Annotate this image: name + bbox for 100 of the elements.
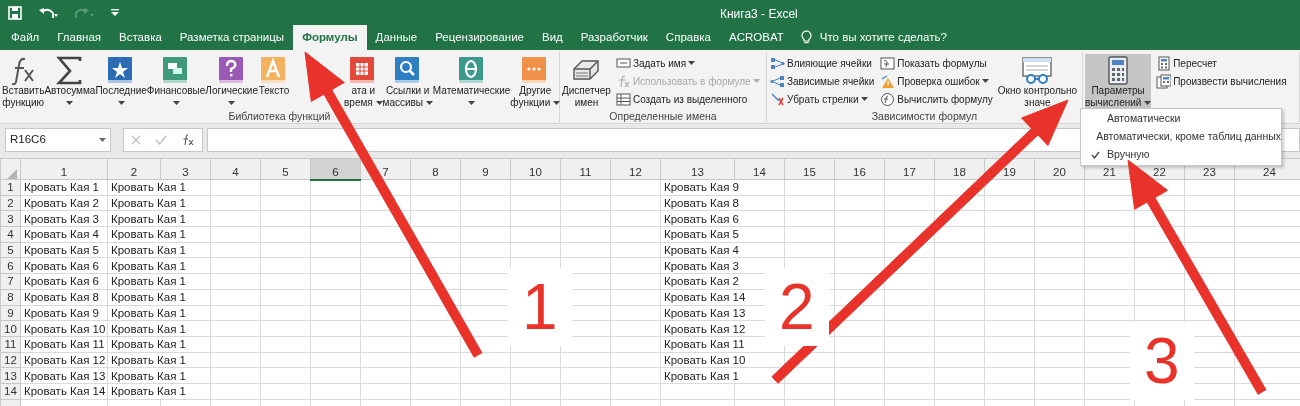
ribbon-button[interactable]: Проверка ошибок bbox=[879, 72, 994, 90]
ribbon-button[interactable]: Вычислить формулу bbox=[879, 90, 994, 108]
annotation-number: 1 bbox=[508, 268, 572, 346]
table-cell: Кровать Кая 3 bbox=[20, 210, 108, 227]
save-icon[interactable] bbox=[8, 5, 22, 20]
column-header[interactable]: 4 bbox=[210, 158, 261, 180]
ribbon-button[interactable]: Финансовые bbox=[146, 54, 206, 110]
ribbon-tab[interactable]: Файл bbox=[2, 25, 49, 50]
ribbon-button[interactable]: Последние bbox=[95, 54, 147, 110]
table-cell: Кровать Кая 6 bbox=[660, 210, 785, 227]
tell-me-field[interactable]: Что вы хотите сделать? bbox=[819, 28, 947, 47]
column-header[interactable]: 12 bbox=[610, 158, 661, 180]
ribbon-tab[interactable]: Данные bbox=[366, 25, 427, 50]
ribbon-button[interactable]: Другие функции bbox=[510, 54, 561, 110]
table-cell: Кровать Кая 1 bbox=[20, 179, 108, 196]
group-label: Зависимости формул bbox=[870, 110, 979, 123]
column-header[interactable]: 10 bbox=[510, 158, 561, 180]
ribbon-tab[interactable]: Вид bbox=[532, 25, 572, 50]
table-cell: Кровать Кая 13 bbox=[20, 367, 108, 384]
table-cell: Кровать Кая 6 bbox=[20, 257, 108, 274]
table-cell: Кровать Кая 5 bbox=[20, 242, 108, 258]
window-title: Книга3 - Excel bbox=[720, 6, 798, 23]
ribbon-button[interactable]: Влияющие ячейки bbox=[769, 54, 876, 72]
table-cell: Кровать Кая 1 bbox=[107, 226, 211, 243]
group-label: Определенные имена bbox=[608, 110, 718, 123]
column-header[interactable]: 11 bbox=[560, 158, 611, 180]
table-cell: Кровать Кая 1 bbox=[107, 320, 211, 337]
ribbon-button[interactable]: Задать имя bbox=[614, 54, 761, 72]
calculator-icon bbox=[1156, 73, 1172, 89]
group-label: Библиотека функций bbox=[227, 110, 332, 123]
ribbon-tab[interactable]: Рецензирование bbox=[426, 25, 533, 50]
column-header[interactable]: 13 bbox=[660, 158, 735, 180]
ribbon-tab[interactable]: Вставка bbox=[110, 25, 171, 50]
column-header[interactable]: 20 bbox=[1034, 158, 1085, 180]
ribbon-tab[interactable]: Разработчик bbox=[571, 25, 657, 50]
ribbon-button[interactable]: Математические bbox=[432, 54, 511, 110]
table-cell: Кровать Кая 9 bbox=[660, 179, 785, 196]
ribbon-button[interactable]: Зависимые ячейки bbox=[769, 72, 876, 90]
column-header[interactable]: 16 bbox=[834, 158, 885, 180]
ribbon-button[interactable]: Тексто bbox=[258, 54, 290, 110]
name-box[interactable]: R16C6 bbox=[5, 128, 111, 152]
ribbon-tab[interactable]: Разметка страницы bbox=[170, 25, 294, 50]
table-cell: Кровать Кая 1 bbox=[107, 179, 211, 196]
table-cell: Кровать Кая 10 bbox=[660, 352, 785, 368]
table-cell: Кровать Кая 1 bbox=[107, 210, 211, 227]
ribbon-tab[interactable]: ACROBAT bbox=[720, 25, 793, 50]
column-header[interactable]: 5 bbox=[260, 158, 311, 180]
trace-arrows-icon bbox=[770, 55, 785, 71]
table-cell: Кровать Кая 1 bbox=[107, 305, 211, 321]
ribbon-button[interactable]: Убрать стрелки bbox=[769, 90, 876, 108]
ribbon-button[interactable]: Показать формулы bbox=[879, 54, 994, 72]
table-cell: Кровать Кая 4 bbox=[20, 226, 108, 243]
menu-item[interactable]: Автоматически, кроме таблиц данных bbox=[1081, 128, 1281, 146]
customize-icon[interactable] bbox=[110, 7, 120, 18]
column-header[interactable]: 6 bbox=[310, 158, 361, 180]
table-cell: Кровать Кая 10 bbox=[20, 320, 108, 337]
ribbon-button[interactable]: Ссылки и массивы bbox=[382, 54, 433, 110]
ribbon-button[interactable]: ата и время bbox=[344, 54, 383, 110]
calculator-icon bbox=[1156, 55, 1172, 71]
table-cell: Кровать Кая 1 bbox=[107, 383, 211, 400]
column-header[interactable]: 17 bbox=[884, 158, 935, 180]
ribbon-button[interactable]: Произвести вычисления bbox=[1155, 72, 1288, 90]
caret-icon bbox=[99, 138, 106, 142]
column-header[interactable]: 1 bbox=[20, 158, 108, 180]
table-cell: Кровать Кая 1 bbox=[107, 257, 211, 274]
insert-function-icon[interactable] bbox=[181, 134, 195, 146]
table-cell: Кровать Кая 8 bbox=[20, 289, 108, 305]
table-cell: Кровать Кая 1 bbox=[107, 336, 211, 353]
ribbon-button[interactable]: Логические bbox=[205, 54, 258, 110]
column-header[interactable]: 18 bbox=[934, 158, 985, 180]
menu-item[interactable]: Автоматически bbox=[1081, 110, 1281, 128]
table-cell: Кровать Кая 4 bbox=[660, 242, 785, 258]
table-cell: Кровать Кая 1 bbox=[107, 367, 211, 384]
ribbon-button[interactable]: Параметры вычислений bbox=[1085, 54, 1152, 110]
ribbon-button[interactable]: Вставить функцию bbox=[2, 54, 45, 110]
table-cell: Кровать Кая 11 bbox=[20, 336, 108, 353]
table-cell: Кровать Кая 1 bbox=[107, 195, 211, 211]
ribbon-button[interactable]: Автосумма bbox=[44, 54, 96, 110]
column-header[interactable]: 8 bbox=[410, 158, 461, 180]
lightbulb-icon[interactable] bbox=[800, 30, 812, 45]
ribbon-button[interactable]: Диспетчер имен bbox=[562, 54, 611, 110]
ribbon-tab[interactable]: Справка bbox=[656, 25, 720, 50]
table-cell: Кровать Кая 1 bbox=[107, 273, 211, 290]
ribbon-tab[interactable]: Главная bbox=[48, 25, 111, 50]
table-cell: Кровать Кая 5 bbox=[660, 226, 785, 243]
checkmark-icon bbox=[1090, 151, 1100, 159]
table-cell: Кровать Кая 9 bbox=[20, 305, 108, 321]
ribbon-button[interactable]: Создать из выделенного bbox=[614, 90, 761, 108]
table-cell: Кровать Кая 1 bbox=[107, 352, 211, 368]
table-cell: Кровать Кая 8 bbox=[660, 195, 785, 211]
ribbon-button[interactable]: Пересчет bbox=[1155, 54, 1288, 72]
column-header[interactable]: 3 bbox=[160, 158, 211, 180]
table-cell: Кровать Кая 12 bbox=[20, 352, 108, 368]
ribbon-tab[interactable]: Формулы bbox=[293, 25, 367, 50]
column-header[interactable]: 9 bbox=[460, 158, 511, 180]
column-header[interactable]: 14 bbox=[734, 158, 785, 180]
table-cell: Кровать Кая 6 bbox=[20, 273, 108, 290]
undo-icon[interactable] bbox=[38, 5, 58, 20]
column-header[interactable]: 2 bbox=[107, 158, 161, 180]
column-header[interactable]: 15 bbox=[784, 158, 835, 180]
